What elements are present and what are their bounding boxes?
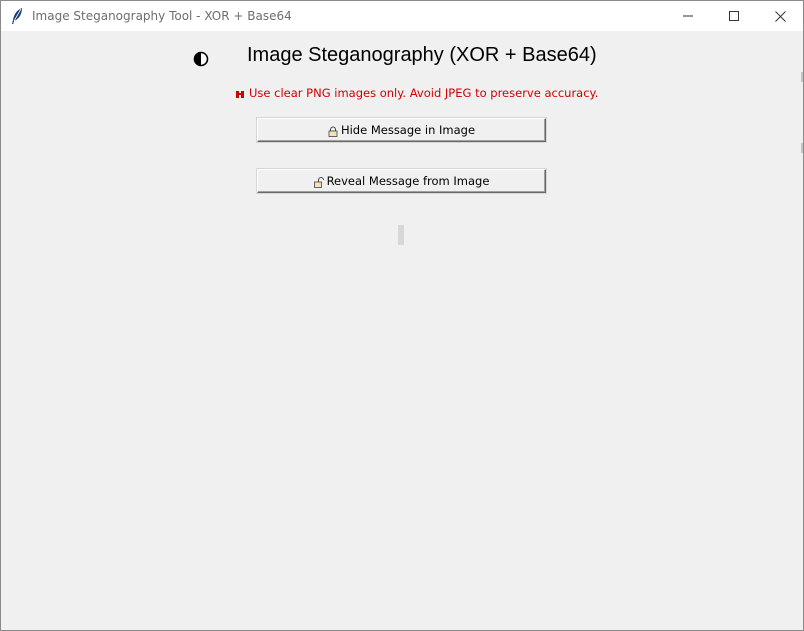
warning-text: Use clear PNG images only. Avoid JPEG to… [249, 86, 599, 100]
feather-icon [12, 8, 22, 24]
edge-marker [801, 143, 803, 153]
window-title: Image Steganography Tool - XOR + Base64 [32, 9, 292, 23]
lock-icon [328, 126, 338, 137]
status-indicator [398, 225, 404, 245]
hide-button-label: Hide Message in Image [340, 123, 476, 137]
page-title: Image Steganography (XOR + Base64) [247, 44, 597, 66]
close-button[interactable] [757, 1, 803, 31]
reveal-message-button[interactable]: Reveal Message from Image [257, 169, 546, 193]
warning-message: Use clear PNG images only. Avoid JPEG to… [235, 86, 598, 100]
edge-marker [801, 72, 803, 82]
close-icon [774, 10, 786, 22]
main-content: Image Steganography (XOR + Base64) Use c… [1, 31, 803, 630]
minimize-button[interactable] [665, 1, 711, 31]
maximize-button[interactable] [711, 1, 757, 31]
unlock-icon [313, 176, 324, 188]
maximize-icon [729, 11, 739, 21]
reveal-button-label: Reveal Message from Image [326, 174, 490, 188]
pin-icon [236, 91, 244, 98]
minimize-icon [683, 15, 693, 17]
app-window: Image Steganography Tool - XOR + Base64 … [0, 0, 804, 631]
title-bar[interactable]: Image Steganography Tool - XOR + Base64 [1, 1, 803, 31]
hide-message-button[interactable]: Hide Message in Image [257, 118, 546, 142]
half-shield-icon [193, 51, 209, 67]
